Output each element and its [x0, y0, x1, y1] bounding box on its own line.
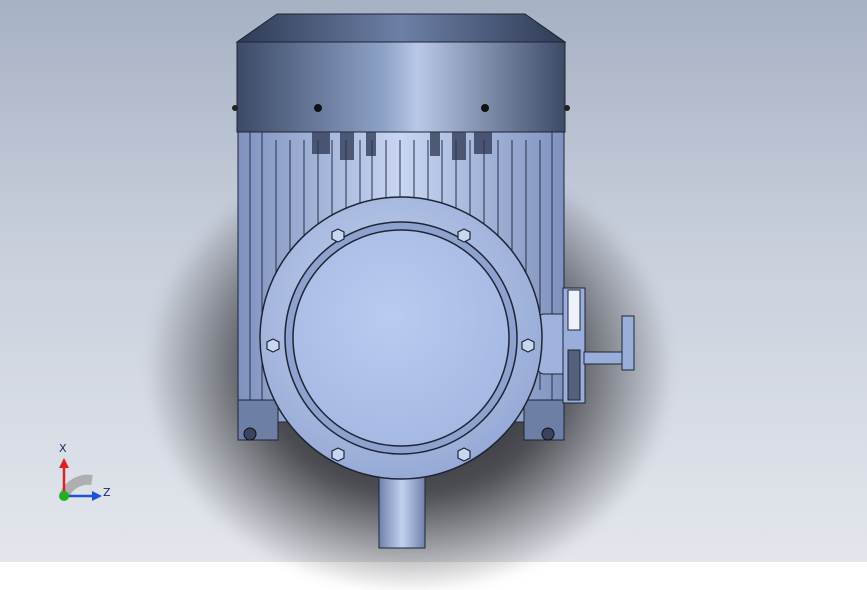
motor-model[interactable] — [0, 0, 867, 562]
z-axis-arrow-icon — [92, 491, 102, 501]
y-axis-dot-icon — [59, 491, 69, 501]
fan-cover[interactable] — [232, 13, 570, 133]
z-axis-label: Z — [103, 486, 111, 499]
front-flange[interactable] — [259, 196, 543, 480]
x-axis-label: X — [59, 442, 67, 455]
graphics-viewport[interactable]: X Z — [0, 0, 867, 590]
x-axis-arrow-icon — [59, 458, 69, 468]
fan-cover-screw-right — [481, 104, 489, 112]
fan-cover-screw-left — [314, 104, 322, 112]
flange-face[interactable] — [292, 229, 510, 447]
output-shaft[interactable] — [378, 469, 426, 549]
orientation-triad[interactable]: X Z — [52, 440, 122, 510]
